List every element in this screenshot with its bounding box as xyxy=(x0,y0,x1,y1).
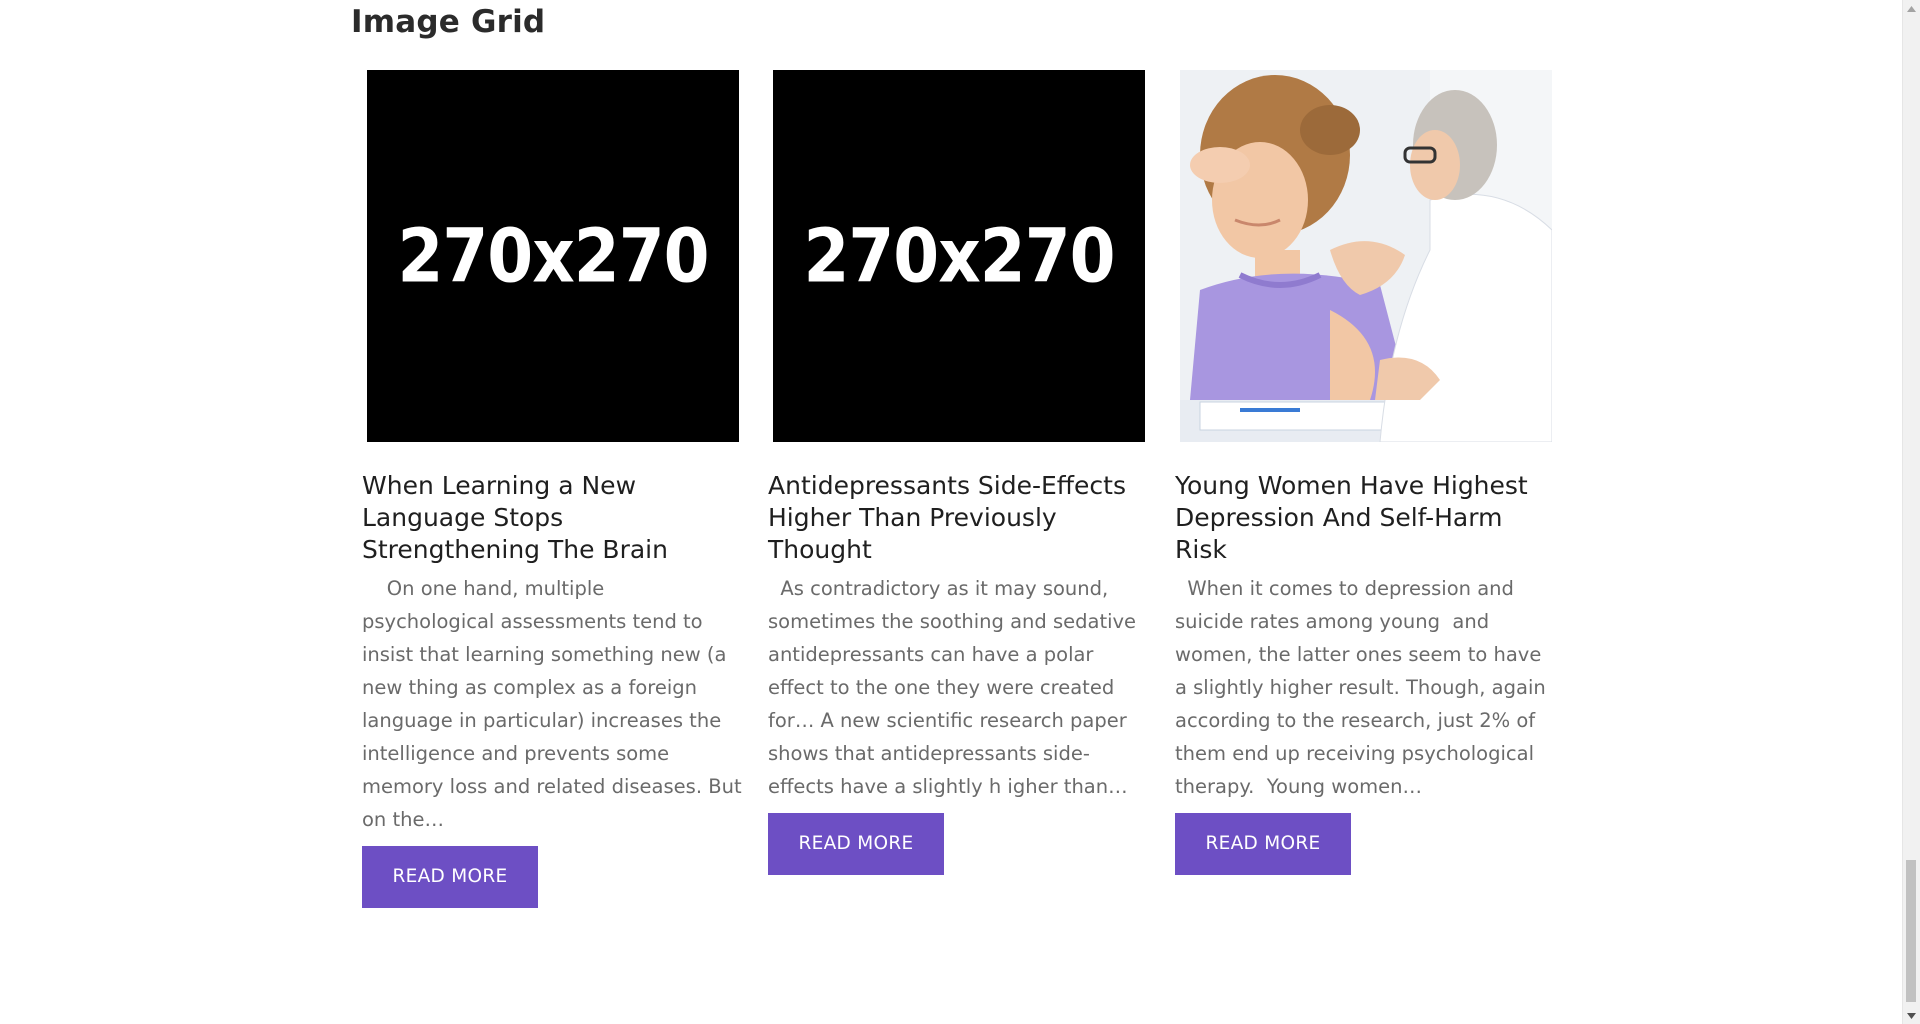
read-more-button[interactable]: READ MORE xyxy=(768,813,944,875)
read-more-button[interactable]: READ MORE xyxy=(1175,813,1351,875)
image-placeholder-label: 270x270 xyxy=(803,212,1115,300)
scrollbar-thumb[interactable] xyxy=(1906,860,1916,1002)
article-title[interactable]: Antidepressants Side-Effects Higher Than… xyxy=(768,470,1148,566)
section-title: Image Grid xyxy=(351,4,546,40)
article-image-placeholder[interactable]: 270x270 xyxy=(773,70,1145,442)
article-card: 270x270 When Learning a New Language Sto… xyxy=(362,70,742,908)
article-card: Young Women Have Highest Depression And … xyxy=(1175,70,1555,875)
article-photo[interactable] xyxy=(1180,70,1552,442)
read-more-button[interactable]: READ MORE xyxy=(362,846,538,908)
scroll-up-icon[interactable] xyxy=(1903,0,1920,17)
article-image-placeholder[interactable]: 270x270 xyxy=(367,70,739,442)
doctor-patient-illustration xyxy=(1180,70,1552,442)
page: Image Grid 270x270 When Learning a New L… xyxy=(0,0,1920,1024)
article-excerpt: On one hand, multiple psychological asse… xyxy=(362,577,748,831)
article-title[interactable]: Young Women Have Highest Depression And … xyxy=(1175,470,1555,566)
scroll-down-icon[interactable] xyxy=(1903,1007,1920,1024)
article-excerpt: When it comes to depression and suicide … xyxy=(1175,577,1552,798)
article-title[interactable]: When Learning a New Language Stops Stren… xyxy=(362,470,742,566)
image-placeholder-label: 270x270 xyxy=(397,212,709,300)
vertical-scrollbar[interactable] xyxy=(1902,0,1920,1024)
article-card: 270x270 Antidepressants Side-Effects Hig… xyxy=(768,70,1148,875)
article-excerpt: As contradictory as it may sound, someti… xyxy=(768,577,1143,798)
